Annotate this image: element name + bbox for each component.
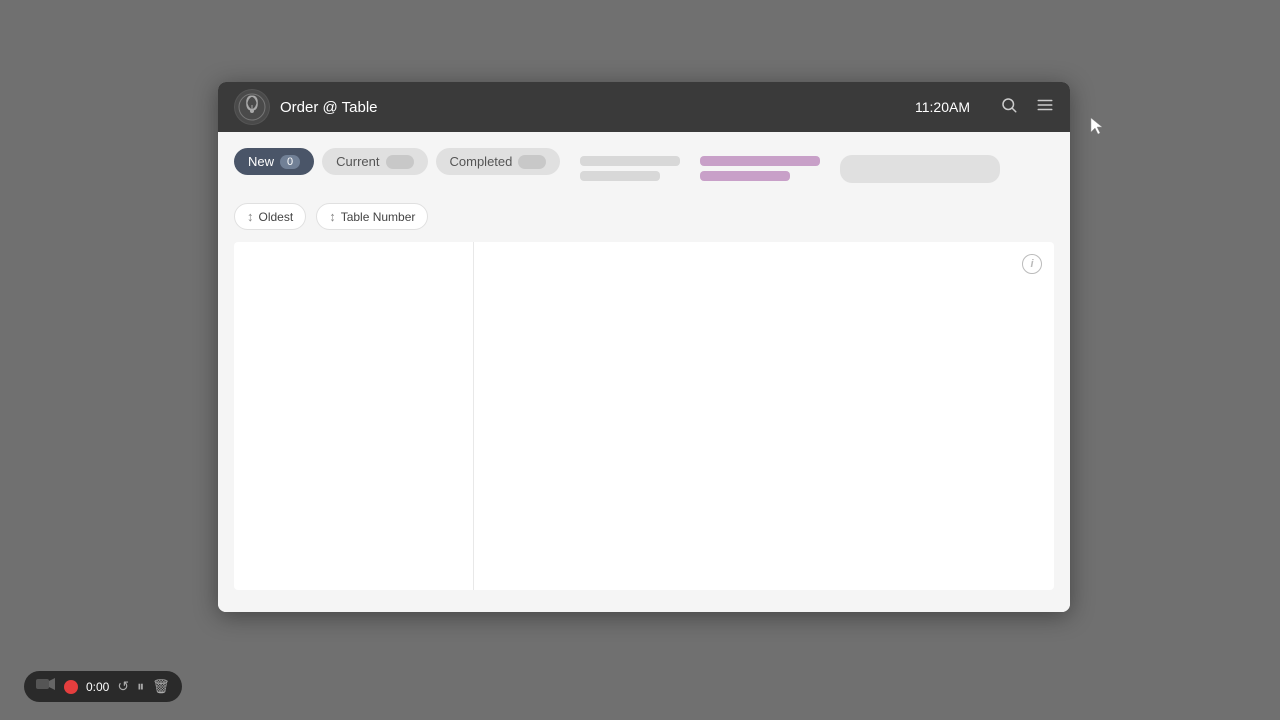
tab-new-badge: 0 xyxy=(280,155,300,169)
app-logo xyxy=(234,89,270,125)
sort-table-number-button[interactable]: ↕ Table Number xyxy=(316,203,428,230)
skeleton-bar-accent xyxy=(700,156,820,166)
skeleton-bar xyxy=(580,171,660,181)
order-detail-panel: i xyxy=(474,242,1054,590)
skeleton-bar-accent xyxy=(700,171,790,181)
header: Order @ Table 11:20AM xyxy=(218,82,1070,132)
header-title: Order @ Table xyxy=(280,99,905,116)
logo-inner xyxy=(235,90,269,124)
orders-list-panel xyxy=(234,242,474,590)
tab-current[interactable]: Current xyxy=(322,148,427,175)
logo-svg xyxy=(238,93,266,121)
info-icon-label: i xyxy=(1030,258,1033,270)
filter-row: ↕ Oldest ↕ Table Number xyxy=(234,203,1054,230)
info-icon[interactable]: i xyxy=(1022,254,1042,274)
sort-oldest-button[interactable]: ↕ Oldest xyxy=(234,203,306,230)
tab-bar: New 0 Current Completed xyxy=(234,148,560,175)
tab-current-label: Current xyxy=(336,154,379,169)
camera-svg xyxy=(36,677,56,691)
skeleton-bar xyxy=(580,156,680,166)
sort-oldest-label: Oldest xyxy=(259,210,294,224)
skeleton-group-2 xyxy=(700,156,820,181)
skeleton-group-3 xyxy=(840,155,1000,183)
menu-icon[interactable] xyxy=(1036,96,1054,119)
delete-icon[interactable]: 🗑 xyxy=(152,678,170,695)
completed-badge-icon xyxy=(525,157,539,165)
sort-oldest-icon: ↕ xyxy=(247,209,254,224)
skeleton-header xyxy=(580,155,1054,183)
skeleton-group-1 xyxy=(580,156,680,181)
search-icon[interactable] xyxy=(1000,96,1018,119)
current-badge-icon xyxy=(393,157,407,165)
tab-new-label: New xyxy=(248,154,274,169)
sort-table-icon: ↕ xyxy=(329,209,336,224)
pause-icon[interactable]: ⏸ xyxy=(137,678,144,695)
record-indicator xyxy=(64,680,78,694)
record-time: 0:00 xyxy=(86,680,109,694)
camera-icon xyxy=(36,677,56,696)
sort-table-label: Table Number xyxy=(341,210,416,224)
logo-area xyxy=(234,89,270,125)
tab-completed[interactable]: Completed xyxy=(436,148,561,175)
main-layout: i xyxy=(234,242,1054,590)
tab-current-badge xyxy=(386,155,414,169)
header-time: 11:20AM xyxy=(915,99,970,115)
tab-completed-label: Completed xyxy=(450,154,513,169)
app-window: Order @ Table 11:20AM New 0 xyxy=(218,82,1070,612)
cursor xyxy=(1089,116,1105,141)
tab-completed-badge xyxy=(518,155,546,169)
tab-new[interactable]: New 0 xyxy=(234,148,314,175)
content-area: New 0 Current Completed xyxy=(218,132,1070,612)
recording-bar: 0:00 ↺ ⏸ 🗑 xyxy=(24,671,182,702)
rewind-icon[interactable]: ↺ xyxy=(117,678,129,695)
skeleton-button xyxy=(840,155,1000,183)
